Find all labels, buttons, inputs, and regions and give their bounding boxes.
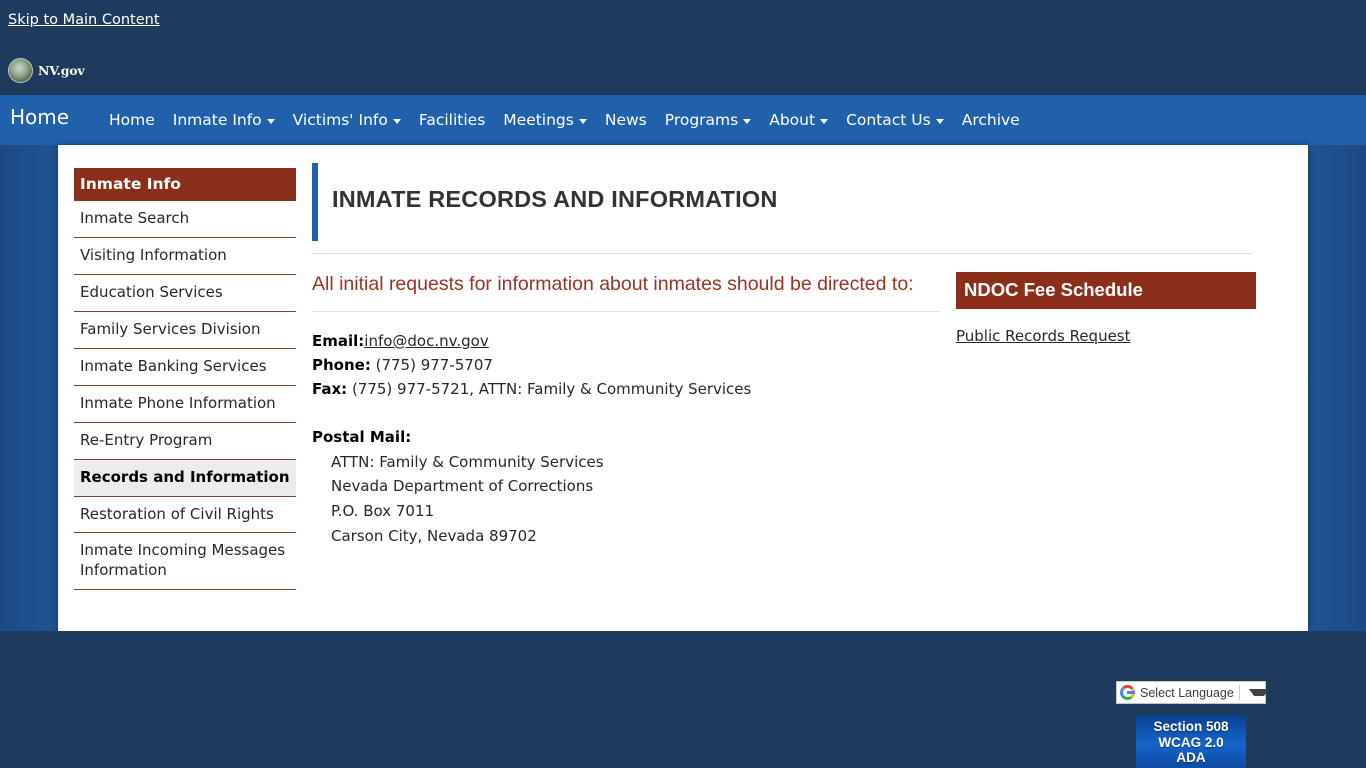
chevron-down-icon bbox=[392, 119, 401, 124]
content-panel: Inmate Info Inmate Search Visiting Infor… bbox=[58, 145, 1308, 631]
chevron-down-icon bbox=[578, 119, 587, 124]
nav-item-news[interactable]: News bbox=[596, 111, 656, 129]
skip-to-main-content-link[interactable]: Skip to Main Content bbox=[8, 12, 160, 28]
translate-separator bbox=[1238, 685, 1240, 700]
main-navigation-bar: Home Home Inmate Info Victims' Info Faci… bbox=[0, 95, 1366, 145]
nav-item-victims-info[interactable]: Victims' Info bbox=[284, 111, 410, 129]
contact-details: Email:info@doc.nv.gov Phone: (775) 977-5… bbox=[312, 329, 940, 401]
nav-item-inmate-info[interactable]: Inmate Info bbox=[164, 111, 284, 129]
chevron-down-icon bbox=[266, 119, 275, 124]
nvgov-logo-link[interactable]: NV.gov bbox=[8, 58, 85, 83]
masthead: NV.gov State of Nevada Department of Cor… bbox=[0, 45, 1366, 129]
chevron-down-icon bbox=[743, 119, 752, 124]
nav-item-meetings[interactable]: Meetings bbox=[494, 111, 596, 129]
nav-item-label: Programs bbox=[664, 111, 739, 129]
sidebar-item-inmate-search[interactable]: Inmate Search bbox=[74, 201, 296, 238]
google-g-icon bbox=[1120, 685, 1135, 700]
nav-brand-home[interactable]: Home bbox=[10, 105, 69, 129]
postal-line-department: Nevada Department of Corrections bbox=[331, 477, 594, 496]
nav-item-label: Facilities bbox=[418, 111, 486, 129]
sidebar-navigation: Inmate Info Inmate Search Visiting Infor… bbox=[74, 168, 296, 591]
nav-item-archive[interactable]: Archive bbox=[953, 111, 1029, 129]
main-content: INMATE RECORDS AND INFORMATION All initi… bbox=[312, 163, 1277, 549]
content-columns: All initial requests for information abo… bbox=[312, 271, 1277, 549]
lede-text: All initial requests for information abo… bbox=[312, 272, 914, 295]
ada-badge-line-section-508: Section 508 bbox=[1153, 719, 1229, 734]
nav-item-label: Meetings bbox=[503, 111, 574, 129]
public-records-request-link[interactable]: Public Records Request bbox=[956, 327, 1131, 345]
primary-column: All initial requests for information abo… bbox=[312, 272, 940, 549]
page-title: INMATE RECORDS AND INFORMATION bbox=[332, 185, 778, 212]
contact-phone-row: Phone: (775) 977-5707 bbox=[312, 353, 940, 377]
contact-email-label: Email: bbox=[312, 331, 365, 350]
title-divider bbox=[312, 252, 1252, 254]
nevada-state-seal-icon bbox=[8, 58, 33, 83]
utility-bar: Skip to Main Content bbox=[0, 0, 1366, 45]
nav-item-programs[interactable]: Programs bbox=[656, 111, 760, 129]
ndoc-fee-schedule-header: NDOC Fee Schedule bbox=[956, 271, 1256, 309]
nav-item-list: Home Inmate Info Victims' Info Facilitie… bbox=[100, 95, 1029, 145]
contact-email-row: Email:info@doc.nv.gov bbox=[312, 329, 940, 353]
nvgov-logo-text: NV.gov bbox=[38, 63, 85, 78]
lede-divider bbox=[312, 310, 940, 312]
postal-mail-label: Postal Mail: bbox=[312, 427, 412, 446]
sidebar-header-inmate-info: Inmate Info bbox=[74, 168, 296, 201]
nav-item-label: About bbox=[769, 111, 816, 129]
nav-item-contact-us[interactable]: Contact Us bbox=[837, 111, 953, 129]
nav-item-label: Home bbox=[109, 111, 155, 129]
nav-item-facilities[interactable]: Facilities bbox=[410, 111, 494, 129]
nav-item-home[interactable]: Home bbox=[100, 111, 164, 129]
contact-phone-label: Phone: bbox=[312, 355, 371, 374]
sidebar-item-inmate-banking-services[interactable]: Inmate Banking Services bbox=[74, 349, 296, 386]
ada-badge-line-wcag: WCAG 2.0 bbox=[1158, 734, 1224, 750]
sidebar-item-inmate-incoming-messages-information[interactable]: Inmate Incoming Messages Information bbox=[74, 533, 296, 591]
chevron-down-icon bbox=[820, 119, 829, 124]
contact-fax-row: Fax: (775) 977-5721, ATTN: Family & Comm… bbox=[312, 377, 940, 401]
contact-email-link[interactable]: info@doc.nv.gov bbox=[364, 332, 488, 350]
aside-column: NDOC Fee Schedule Public Records Request bbox=[956, 271, 1256, 549]
nav-item-label: Archive bbox=[961, 111, 1020, 129]
chevron-down-icon bbox=[935, 119, 944, 124]
postal-mail-details: Postal Mail: ATTN: Family & Community Se… bbox=[312, 425, 940, 549]
select-language-label: Select Language bbox=[1140, 685, 1234, 700]
postal-mail-address: ATTN: Family & Community Services Nevada… bbox=[312, 450, 940, 549]
ada-badge-line-ada: ADA bbox=[1176, 750, 1206, 766]
page-title-accent-bar bbox=[312, 163, 318, 241]
sidebar-item-restoration-of-civil-rights[interactable]: Restoration of Civil Rights bbox=[74, 497, 296, 534]
sidebar-item-records-and-information[interactable]: Records and Information bbox=[74, 459, 296, 497]
sidebar-item-education-services[interactable]: Education Services bbox=[74, 275, 296, 312]
contact-fax-label: Fax: bbox=[312, 379, 348, 398]
nav-item-label: Victims' Info bbox=[292, 111, 388, 129]
nav-item-label: Inmate Info bbox=[172, 111, 262, 129]
sidebar-item-visiting-information[interactable]: Visiting Information bbox=[74, 238, 296, 275]
nav-item-about[interactable]: About bbox=[760, 111, 837, 129]
contact-fax-value: (775) 977-5721, ATTN: Family & Community… bbox=[351, 379, 752, 398]
contact-phone-value: (775) 977-5707 bbox=[375, 355, 493, 374]
sidebar-item-inmate-phone-information[interactable]: Inmate Phone Information bbox=[74, 386, 296, 423]
postal-line-po-box: P.O. Box 7011 bbox=[331, 502, 435, 521]
page-title-wrapper: INMATE RECORDS AND INFORMATION bbox=[312, 163, 1277, 241]
sidebar-item-re-entry-program[interactable]: Re-Entry Program bbox=[74, 423, 296, 460]
chevron-down-icon[interactable] bbox=[1248, 689, 1269, 696]
postal-line-attn: ATTN: Family & Community Services bbox=[331, 452, 604, 471]
nav-item-label: News bbox=[604, 111, 647, 129]
ada-compliance-badge[interactable]: Section 508 WCAG 2.0 ADA Compliant bbox=[1136, 715, 1246, 768]
sidebar-item-family-services-division[interactable]: Family Services Division bbox=[74, 312, 296, 349]
postal-line-city-state-zip: Carson City, Nevada 89702 bbox=[331, 526, 537, 545]
google-translate-widget[interactable]: Select Language bbox=[1116, 681, 1269, 704]
nav-item-label: Contact Us bbox=[846, 111, 931, 129]
